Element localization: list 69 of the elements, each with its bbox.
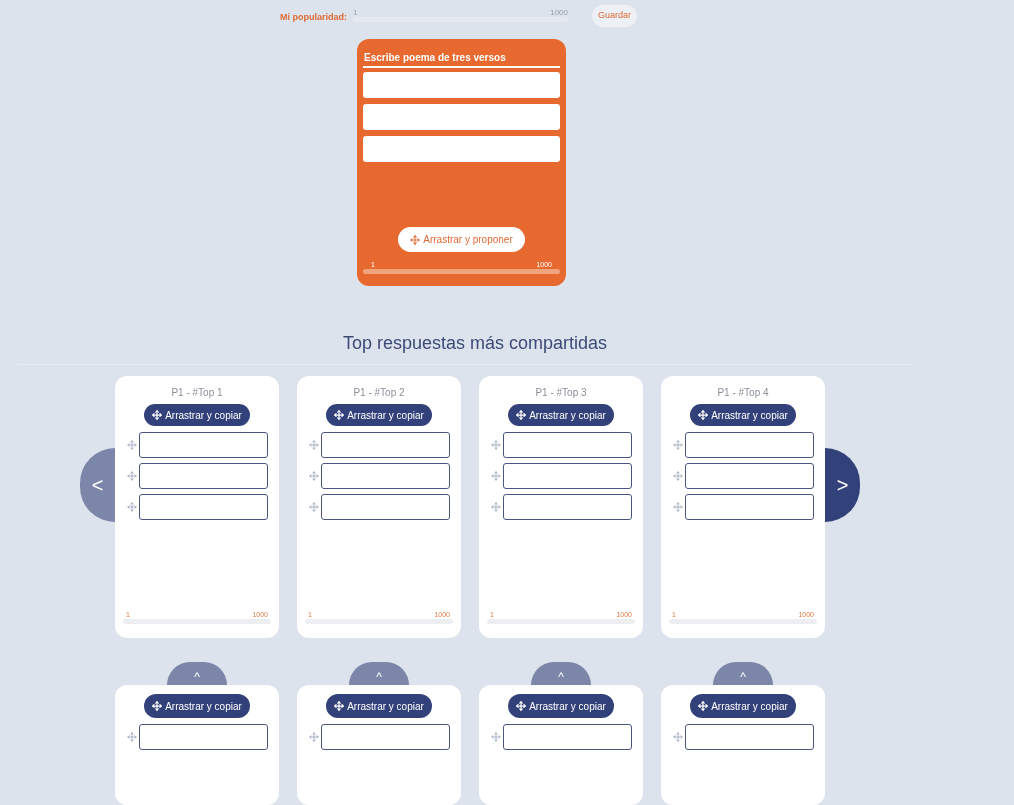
verse-input[interactable] xyxy=(502,494,632,520)
max-label: 1000 xyxy=(550,8,568,18)
drag-icon[interactable] xyxy=(126,502,137,512)
verse-input[interactable] xyxy=(502,463,632,489)
drag-copy-button[interactable]: Arrastrar y copiar xyxy=(508,694,614,718)
verse-input[interactable] xyxy=(502,724,632,750)
drag-copy-button[interactable]: Arrastrar y copiar xyxy=(144,404,250,426)
collapse-button[interactable]: ^ xyxy=(349,662,409,685)
move-icon xyxy=(516,410,527,420)
verse-input[interactable] xyxy=(320,463,450,489)
verse-input[interactable] xyxy=(363,72,560,99)
verse-input[interactable] xyxy=(363,104,560,131)
drag-icon[interactable] xyxy=(308,440,319,450)
drag-copy-button[interactable]: Arrastrar y copiar xyxy=(326,404,432,426)
collapse-button[interactable]: ^ xyxy=(531,662,591,685)
verse-input[interactable] xyxy=(320,432,450,458)
move-icon xyxy=(152,701,163,711)
drag-copy-button[interactable]: Arrastrar y copiar xyxy=(326,694,432,718)
move-icon xyxy=(152,410,163,420)
move-icon xyxy=(698,410,709,420)
propose-button[interactable]: Arrastrar y proponer xyxy=(398,227,525,252)
drag-icon[interactable] xyxy=(672,471,683,481)
card-title: P1 - #Top 1 xyxy=(171,387,223,399)
poem-card-title: Escribe poema de tres versos xyxy=(363,52,560,69)
drag-copy-button[interactable]: Arrastrar y copiar xyxy=(144,694,250,718)
verse-input[interactable] xyxy=(320,494,450,520)
drag-icon[interactable] xyxy=(308,471,319,481)
section-title: Top respuestas más compartidas xyxy=(341,332,609,354)
verse-input[interactable] xyxy=(138,724,268,750)
drag-icon[interactable] xyxy=(490,440,501,450)
previous-button[interactable]: < xyxy=(80,448,115,522)
popularity-label: Mi popularidad: xyxy=(280,10,347,24)
verse-input[interactable] xyxy=(138,432,268,458)
card-title: P1 - #Top 2 xyxy=(353,387,405,399)
next-button[interactable]: > xyxy=(825,448,860,522)
drag-copy-button[interactable]: Arrastrar y copiar xyxy=(690,404,796,426)
card-title: P1 - #Top 4 xyxy=(717,387,769,399)
move-icon xyxy=(516,701,527,711)
move-icon xyxy=(334,701,345,711)
verse-input[interactable] xyxy=(138,494,268,520)
drag-icon[interactable] xyxy=(126,440,137,450)
verse-input[interactable] xyxy=(684,724,814,750)
drag-icon[interactable] xyxy=(308,502,319,512)
min-label: 1 xyxy=(353,8,358,18)
drag-icon[interactable] xyxy=(672,502,683,512)
drag-icon[interactable] xyxy=(490,732,501,742)
drag-icon[interactable] xyxy=(672,440,683,450)
drag-copy-button[interactable]: Arrastrar y copiar xyxy=(690,694,796,718)
verse-input[interactable] xyxy=(684,494,814,520)
drag-icon[interactable] xyxy=(126,471,137,481)
drag-icon[interactable] xyxy=(308,732,319,742)
move-icon xyxy=(698,701,709,711)
slider-track[interactable] xyxy=(363,269,560,274)
verse-input[interactable] xyxy=(320,724,450,750)
move-icon xyxy=(334,410,345,420)
verse-input[interactable] xyxy=(363,136,560,163)
move-icon xyxy=(410,234,421,245)
collapse-button[interactable]: ^ xyxy=(167,662,227,685)
drag-icon[interactable] xyxy=(672,732,683,742)
verse-input[interactable] xyxy=(684,463,814,489)
drag-copy-button[interactable]: Arrastrar y copiar xyxy=(508,404,614,426)
drag-icon[interactable] xyxy=(126,732,137,742)
verse-input[interactable] xyxy=(138,463,268,489)
card-title: P1 - #Top 3 xyxy=(535,387,587,399)
verse-input[interactable] xyxy=(502,432,632,458)
drag-icon[interactable] xyxy=(490,502,501,512)
verse-input[interactable] xyxy=(684,432,814,458)
collapse-button[interactable]: ^ xyxy=(713,662,773,685)
drag-icon[interactable] xyxy=(490,471,501,481)
